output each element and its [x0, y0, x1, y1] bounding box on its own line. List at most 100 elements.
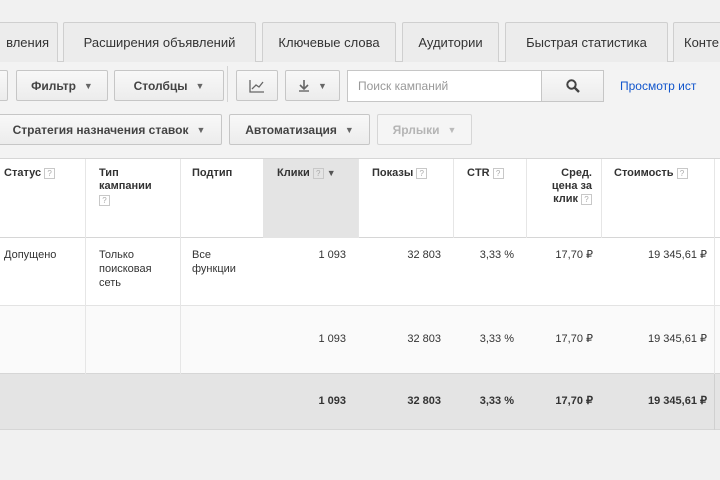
column-divider: [601, 159, 602, 238]
chevron-down-icon: ▼: [447, 124, 457, 135]
total-cost: 19 345,61 ₽: [648, 395, 707, 407]
cell-subtype: Все функции: [192, 248, 236, 276]
header-avg-cpc[interactable]: Сред. цена за клик?: [540, 167, 592, 206]
total-row: 1 093 32 803 3,33 % 17,70 ₽ 19 345,61 ₽: [0, 374, 720, 430]
header-avg-cpc-line1: Сред.: [561, 167, 592, 179]
automation-label: Автоматизация: [245, 122, 337, 137]
tab-ad-extensions[interactable]: Расширения объявлений: [63, 22, 256, 62]
search-placeholder: Поиск кампаний: [358, 79, 449, 93]
bid-strategy-label: Стратегия назначения ставок: [12, 122, 189, 137]
columns-button[interactable]: Столбцы ▼: [114, 70, 224, 101]
column-divider: [85, 306, 86, 374]
cell-subtype-line1: Все: [192, 249, 211, 261]
help-icon[interactable]: ?: [492, 167, 504, 179]
automation-button[interactable]: Автоматизация ▼: [229, 114, 370, 145]
line-chart-icon: [249, 79, 264, 93]
header-campaign-type[interactable]: Тип кампании ?: [99, 167, 152, 206]
header-impressions[interactable]: Показы?: [372, 167, 428, 180]
cell-type-line2: поисковая: [99, 263, 152, 275]
column-divider: [180, 306, 181, 374]
cell-avg-cpc: 17,70 ₽: [555, 249, 593, 261]
tab-quick-stats[interactable]: Быстрая статистика: [505, 22, 668, 62]
download-button[interactable]: ▼: [285, 70, 340, 101]
header-clicks-label: Клики: [277, 167, 310, 179]
subtotal-ctr: 3,33 %: [479, 333, 514, 345]
search-icon: [565, 79, 580, 93]
header-ctr-label: CTR: [467, 167, 490, 179]
search-button[interactable]: [541, 70, 604, 102]
header-avg-cpc-line3: клик: [553, 193, 578, 205]
cell-clicks: 1 093: [318, 249, 346, 261]
toolbar: Фильтр ▼ Столбцы ▼ ▼ Поиск кампаний Прос…: [0, 62, 720, 158]
subtotal-cost: 19 345,61 ₽: [648, 333, 707, 345]
bid-strategy-button[interactable]: Стратегия назначения ставок ▼: [0, 114, 222, 145]
total-clicks: 1 093: [318, 395, 346, 407]
toolbar-divider: [227, 66, 228, 102]
subtotal-avg-cpc: 17,70 ₽: [555, 333, 593, 345]
help-icon[interactable]: ?: [581, 193, 592, 205]
chevron-down-icon: ▼: [344, 124, 354, 135]
adwords-campaigns-view: вления Расширения объявлений Ключевые сл…: [0, 0, 720, 480]
column-divider: [358, 159, 359, 238]
table-header: Статус? Тип кампании ? Подтип Клики? ▼ По…: [0, 158, 720, 238]
columns-button-label: Столбцы: [133, 78, 188, 93]
help-icon[interactable]: ?: [44, 167, 56, 179]
cell-ctr: 3,33 %: [479, 249, 514, 261]
tab-content[interactable]: Конте: [673, 22, 720, 62]
header-avg-cpc-line2: цена за: [551, 180, 592, 192]
column-divider: [180, 159, 181, 238]
chart-toggle-button[interactable]: [236, 70, 278, 101]
table-row[interactable]: Допущено Только поисковая сеть Все функц…: [0, 238, 720, 306]
header-clicks[interactable]: Клики? ▼: [277, 167, 336, 180]
column-divider: [714, 159, 715, 238]
help-icon[interactable]: ?: [416, 167, 428, 179]
header-impressions-label: Показы: [372, 167, 414, 179]
header-campaign-type-line1: Тип: [99, 167, 119, 179]
subtotal-impressions: 32 803: [407, 333, 441, 345]
total-ctr: 3,33 %: [479, 395, 514, 407]
column-divider: [85, 159, 86, 238]
column-divider: [714, 374, 715, 430]
column-divider: [180, 238, 181, 306]
header-cost[interactable]: Стоимость?: [614, 167, 688, 180]
help-icon[interactable]: ?: [676, 167, 688, 179]
campaign-search-input[interactable]: Поиск кампаний: [347, 70, 542, 102]
total-impressions: 32 803: [407, 395, 441, 407]
table-footer-area: [0, 430, 720, 480]
subtotal-clicks: 1 093: [318, 333, 346, 345]
header-status[interactable]: Статус?: [4, 167, 56, 180]
chevron-down-icon: ▼: [83, 80, 93, 91]
tab-bar: вления Расширения объявлений Ключевые сл…: [0, 16, 720, 62]
total-avg-cpc: 17,70 ₽: [555, 395, 593, 407]
column-divider: [714, 238, 715, 306]
labels-label: Ярлыки: [392, 122, 440, 137]
campaigns-table: Статус? Тип кампании ? Подтип Клики? ▼ По…: [0, 158, 720, 480]
chevron-down-icon: ▼: [196, 124, 206, 135]
header-subtype[interactable]: Подтип: [192, 167, 232, 180]
sort-descending-icon: ▼: [326, 168, 336, 178]
help-icon[interactable]: ?: [99, 195, 110, 206]
header-ctr[interactable]: CTR?: [467, 167, 504, 180]
cell-impressions: 32 803: [407, 249, 441, 261]
cell-campaign-type: Только поисковая сеть: [99, 248, 152, 290]
header-cost-label: Стоимость: [614, 167, 674, 179]
column-divider: [453, 159, 454, 238]
chevron-down-icon: ▼: [195, 80, 205, 91]
header-status-label: Статус: [4, 167, 42, 179]
column-divider: [526, 159, 527, 238]
tab-ads[interactable]: вления: [0, 22, 58, 62]
cell-type-line1: Только: [99, 249, 134, 261]
labels-button[interactable]: Ярлыки ▼: [377, 114, 472, 145]
tab-audiences[interactable]: Аудитории: [402, 22, 499, 62]
help-icon[interactable]: ?: [312, 167, 324, 179]
cell-status: Допущено: [4, 249, 57, 261]
download-icon: [299, 80, 310, 92]
column-divider: [85, 238, 86, 306]
partial-left-button[interactable]: [0, 70, 8, 101]
cell-type-line3: сеть: [99, 277, 122, 289]
view-history-link[interactable]: Просмотр ист: [620, 79, 696, 93]
filter-button[interactable]: Фильтр ▼: [16, 70, 108, 101]
header-campaign-type-line2: кампании: [99, 180, 152, 192]
tab-keywords[interactable]: Ключевые слова: [262, 22, 396, 62]
column-divider: [714, 306, 715, 374]
